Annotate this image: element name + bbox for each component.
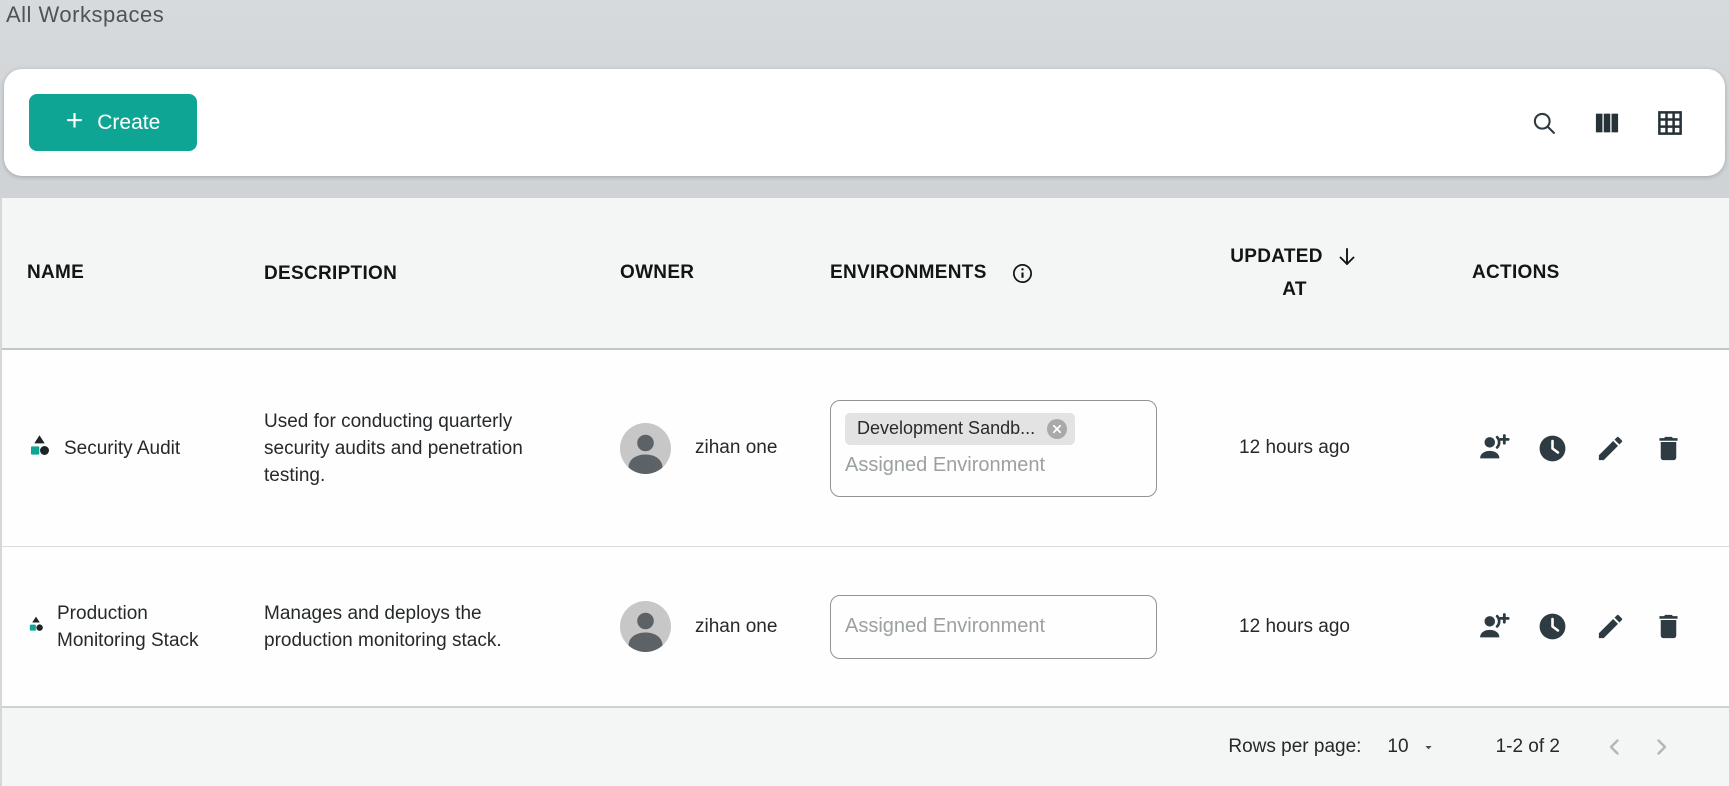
workspace-icon xyxy=(27,615,45,639)
environment-chip-label: Development Sandb... xyxy=(857,418,1035,439)
environments-select[interactable]: Development Sandb... Assigned Environmen… xyxy=(830,400,1157,497)
history-clock-icon[interactable] xyxy=(1535,610,1569,644)
header-actions: ACTIONS xyxy=(1402,262,1729,284)
header-environments: ENVIRONMENTS xyxy=(830,262,1187,285)
environment-input-placeholder[interactable]: Assigned Environment xyxy=(845,615,1045,638)
grid-view-icon[interactable] xyxy=(1655,108,1685,138)
page-title: All Workspaces xyxy=(6,2,164,28)
environments-select[interactable]: Assigned Environment xyxy=(830,595,1157,659)
caret-down-icon xyxy=(1421,740,1436,755)
table-row: Security Audit Used for conducting quart… xyxy=(2,350,1729,547)
history-clock-icon[interactable] xyxy=(1535,431,1569,465)
delete-trash-icon[interactable] xyxy=(1651,610,1685,644)
table-row: Production Monitoring Stack Manages and … xyxy=(2,547,1729,708)
workspace-description: Manages and deploys the production monit… xyxy=(239,600,564,654)
create-button[interactable]: + Create xyxy=(29,94,197,151)
updated-at: 12 hours ago xyxy=(1187,616,1402,638)
remove-environment-icon[interactable] xyxy=(1045,417,1069,441)
table-pagination: Rows per page: 10 1-2 of 2 xyxy=(2,708,1729,786)
toolbar: + Create xyxy=(4,69,1725,176)
sort-by-updated-at[interactable]: UPDATED xyxy=(1230,245,1359,269)
search-icon[interactable] xyxy=(1529,108,1559,138)
header-updated-line1: UPDATED xyxy=(1230,246,1323,268)
edit-pencil-icon[interactable] xyxy=(1593,431,1627,465)
toolbar-icons xyxy=(1529,108,1685,138)
sort-desc-arrow-icon xyxy=(1335,245,1359,269)
header-name: NAME xyxy=(2,262,239,284)
next-page-icon[interactable] xyxy=(1648,734,1674,760)
previous-page-icon[interactable] xyxy=(1602,734,1628,760)
workspace-name[interactable]: Production Monitoring Stack xyxy=(57,600,239,654)
owner-avatar xyxy=(620,601,671,652)
edit-pencil-icon[interactable] xyxy=(1593,610,1627,644)
updated-at: 12 hours ago xyxy=(1187,437,1402,459)
environment-chip[interactable]: Development Sandb... xyxy=(845,413,1075,445)
owner-avatar xyxy=(620,423,671,474)
add-user-icon[interactable] xyxy=(1477,431,1511,465)
header-owner: OWNER xyxy=(564,262,830,284)
header-description: DESCRIPTION xyxy=(239,260,564,287)
header-updated-at: UPDATED AT xyxy=(1187,245,1402,301)
plus-icon: + xyxy=(66,106,84,136)
workspace-icon xyxy=(27,433,52,464)
header-environments-label: ENVIRONMENTS xyxy=(830,262,987,284)
rows-per-page-value: 10 xyxy=(1387,736,1408,758)
owner-name: zihan one xyxy=(695,437,777,459)
view-columns-icon[interactable] xyxy=(1592,108,1622,138)
environment-input-placeholder[interactable]: Assigned Environment xyxy=(845,454,1142,477)
owner-name: zihan one xyxy=(695,616,777,638)
rows-per-page-label: Rows per page: xyxy=(1228,736,1361,758)
workspaces-table: NAME DESCRIPTION OWNER ENVIRONMENTS UPDA… xyxy=(0,198,1729,786)
create-button-label: Create xyxy=(97,111,160,135)
rows-per-page-select[interactable]: 10 xyxy=(1387,736,1435,758)
table-header-row: NAME DESCRIPTION OWNER ENVIRONMENTS UPDA… xyxy=(2,198,1729,350)
workspace-description: Used for conducting quarterly security a… xyxy=(239,408,564,489)
header-updated-line2: AT xyxy=(1282,279,1307,301)
workspace-name[interactable]: Security Audit xyxy=(64,435,180,462)
pagination-range: 1-2 of 2 xyxy=(1496,736,1560,758)
add-user-icon[interactable] xyxy=(1477,610,1511,644)
delete-trash-icon[interactable] xyxy=(1651,431,1685,465)
info-icon[interactable] xyxy=(1011,262,1034,285)
